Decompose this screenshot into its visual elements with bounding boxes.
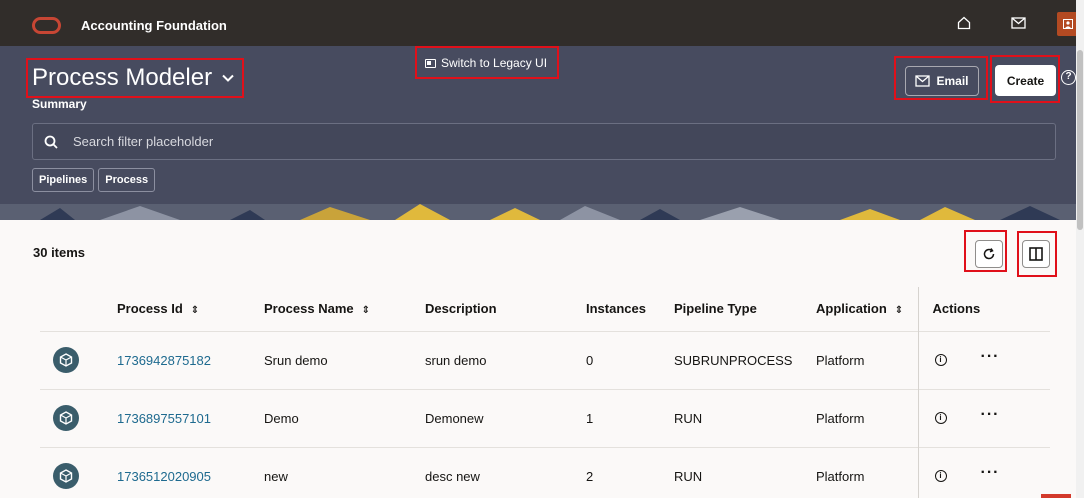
home-icon[interactable] — [957, 16, 971, 30]
more-actions-icon[interactable]: ··· — [981, 406, 1000, 424]
app-title: Accounting Foundation — [81, 18, 227, 33]
process-icon — [53, 463, 79, 490]
sort-icon: ⇕ — [190, 305, 200, 317]
scroll-thumb[interactable] — [1077, 50, 1083, 230]
banner-decoration — [0, 204, 1076, 220]
table-row[interactable]: 1736897557101 Demo Demonew 1 RUN Platfor… — [40, 388, 1050, 447]
table-header-row: Process Id ⇕ Process Name ⇕ Description In… — [40, 287, 1050, 331]
process-icon — [53, 405, 79, 431]
top-bar: Accounting Foundation — [0, 0, 1079, 46]
search-bar — [32, 123, 1056, 160]
header-actions: Actions — [932, 301, 981, 317]
header-description: Description — [425, 301, 497, 317]
refresh-icon — [983, 248, 995, 260]
refresh-button[interactable] — [975, 240, 1003, 268]
email-label: Email — [936, 74, 969, 88]
create-button[interactable]: Create — [995, 65, 1056, 96]
process-name: Srun demo — [264, 330, 425, 389]
application: Platform — [816, 446, 919, 498]
header-icon — [40, 287, 117, 331]
legacy-ui-icon — [425, 58, 436, 68]
switch-legacy-link[interactable]: Switch to Legacy UI — [425, 56, 547, 70]
table-row[interactable]: 1736942875182 Srun demo srun demo 0 SUBR… — [40, 330, 1050, 389]
process-table: Process Id ⇕ Process Name ⇕ Description In… — [40, 287, 1050, 498]
search-icon — [44, 135, 58, 149]
application: Platform — [816, 388, 919, 447]
header-process-id-label: Process Id — [117, 301, 183, 317]
more-actions-icon[interactable]: ··· — [981, 348, 1000, 366]
process-description: srun demo — [425, 330, 586, 389]
process-description: Demonew — [425, 388, 586, 447]
more-actions-icon[interactable]: ··· — [981, 464, 1000, 482]
header-application-label: Application — [816, 301, 887, 317]
page-title: Process Modeler — [32, 64, 213, 91]
sort-icon: ⇕ — [361, 305, 371, 317]
pipeline-type: SUBRUNPROCESS — [674, 330, 816, 389]
process-name: Demo — [264, 388, 425, 447]
process-instances: 0 — [586, 330, 674, 389]
process-id-link[interactable]: 1736512020905 — [117, 446, 264, 498]
switch-legacy-label: Switch to Legacy UI — [441, 56, 548, 70]
header-process-name[interactable]: Process Name ⇕ — [264, 287, 425, 331]
mail-icon[interactable] — [1011, 16, 1026, 30]
page-scrollbar[interactable] — [1076, 0, 1084, 498]
header-process-id[interactable]: Process Id ⇕ — [117, 287, 264, 331]
chevron-down-icon — [222, 74, 234, 82]
pipeline-type: RUN — [674, 446, 816, 498]
header-application[interactable]: Application ⇕ — [816, 287, 919, 331]
user-icon — [1063, 19, 1073, 29]
info-icon[interactable]: i — [934, 412, 947, 424]
info-icon[interactable]: i — [934, 470, 947, 483]
process-id-link[interactable]: 1736942875182 — [117, 330, 264, 389]
item-count: 30 items — [33, 245, 86, 260]
header-process-name-label: Process Name — [264, 301, 354, 317]
columns-icon — [1029, 247, 1043, 261]
application: Platform — [816, 330, 919, 389]
filter-chips: Pipelines Process — [32, 168, 156, 192]
help-icon[interactable]: ? — [1061, 70, 1076, 85]
info-icon[interactable]: i — [934, 354, 947, 366]
table-row[interactable]: 1736512020905 new desc new 2 RUN Platfor… — [40, 446, 1050, 498]
page-title-switcher[interactable]: Process Modeler — [32, 64, 234, 92]
pipeline-type: RUN — [674, 388, 816, 447]
process-id-link[interactable]: 1736897557101 — [117, 388, 264, 447]
header-pipeline-type: Pipeline Type — [674, 301, 757, 317]
process-instances: 1 — [586, 388, 674, 447]
process-icon — [53, 347, 79, 373]
process-instances: 2 — [586, 446, 674, 498]
feedback-tab[interactable] — [1041, 494, 1071, 498]
search-input[interactable] — [73, 134, 973, 149]
chip-process[interactable]: Process — [98, 168, 156, 192]
chip-pipelines[interactable]: Pipelines — [32, 168, 95, 192]
oracle-logo[interactable] — [32, 17, 61, 34]
email-button[interactable]: Email — [905, 66, 979, 96]
process-description: desc new — [425, 446, 586, 498]
columns-button[interactable] — [1022, 240, 1050, 268]
sort-icon: ⇕ — [894, 305, 904, 317]
page-subtitle: Summary — [32, 97, 87, 111]
email-icon — [915, 74, 931, 87]
header-instances: Instances — [586, 301, 646, 317]
process-name: new — [264, 446, 425, 498]
